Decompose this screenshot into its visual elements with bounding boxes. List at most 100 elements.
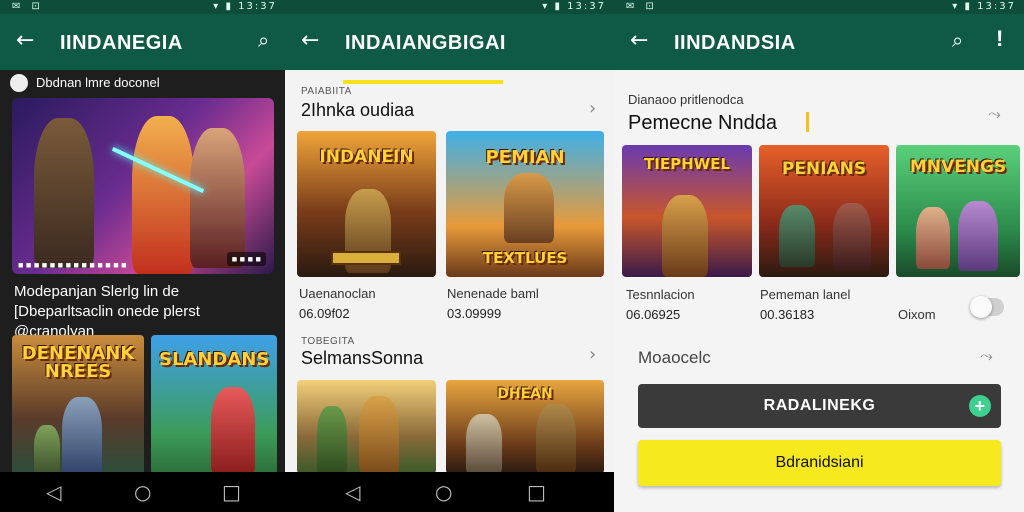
game-character <box>359 396 399 474</box>
game-name: Nenenade baml <box>447 286 539 301</box>
tab-indicator <box>343 80 503 84</box>
game-name: Oixom <box>898 307 936 322</box>
secondary-button[interactable]: Bdranidsiani <box>638 440 1001 486</box>
game-name: Tesnnlacion <box>626 287 695 302</box>
status-bar: ✉ ⊡ ▾ ▮ 13:37 <box>614 0 1024 14</box>
section-title: SelmansSonna <box>301 348 424 368</box>
primary-button[interactable]: RADALINEKG + <box>638 384 1001 428</box>
game-character <box>662 195 708 277</box>
nav-back-icon[interactable]: ◁ <box>345 480 360 504</box>
game-price: 06.09f02 <box>299 306 350 321</box>
text-cursor <box>806 112 809 132</box>
section-title: 2Ihnka oudiaa <box>301 100 415 120</box>
nav-recent-icon[interactable]: □ <box>527 480 546 504</box>
game-price: 03.09999 <box>447 306 502 321</box>
game-thumbnail[interactable]: DENENANK NREES <box>12 335 144 475</box>
plus-icon: + <box>969 395 991 417</box>
three-phone-screens: ✉ ⊡ ▾ ▮ 13:37 ← IINDANEGIA ⌕ Dbdnan lmre… <box>0 0 1024 512</box>
section-label: Moaocelc <box>638 348 711 367</box>
game-thumbnail[interactable]: INDANEIN <box>297 131 436 277</box>
app-bar: ← INDAIANGBIGAI <box>285 14 614 84</box>
app-bar: ← IINDANEGIA ⌕ <box>0 14 285 70</box>
chevron-right-icon[interactable]: › <box>589 98 596 119</box>
game-banner <box>331 251 401 265</box>
bottom-spacer <box>614 494 1024 512</box>
game-logo: SLANDANS <box>159 349 270 370</box>
game-thumbnail[interactable]: TIEPHWEL <box>622 145 752 277</box>
game-name: Uaenanoclan <box>299 286 376 301</box>
nav-recent-icon[interactable]: □ <box>222 480 241 504</box>
game-thumbnail[interactable]: PEMIAN TEXTLUES <box>446 131 604 277</box>
game-logo: PENIANS <box>781 159 867 179</box>
section-title: Pemecne Nndda <box>628 112 777 134</box>
game-thumbnail[interactable]: MNVENGS <box>896 145 1020 277</box>
game-thumbnail[interactable]: PENIANS <box>759 145 889 277</box>
more-options-icon[interactable]: ! <box>996 26 1003 52</box>
system-nav-bar: ◁ ○ □ <box>285 472 614 512</box>
toggle-switch[interactable] <box>970 296 1004 318</box>
game-logo: PEMIAN <box>485 147 565 168</box>
game-character <box>833 203 871 271</box>
status-bar: ✉ ⊡ ▾ ▮ 13:37 <box>0 0 285 14</box>
hero-banner[interactable]: ■ ■ ■ ■ ■ ■ ■ ■ ■ ■ ■ ■ ■ ■ ■ ■ ■ ■ <box>12 98 274 274</box>
game-thumbnail[interactable] <box>297 380 436 474</box>
nav-home-icon[interactable]: ○ <box>435 480 452 504</box>
status-bar: ▾ ▮ 13:37 <box>285 0 614 14</box>
section-label: PAIABIITA <box>301 86 352 97</box>
chevron-right-icon[interactable]: › <box>589 344 596 365</box>
game-logo: MNVENGS <box>909 157 1007 177</box>
back-arrow-icon[interactable]: ← <box>301 28 319 53</box>
screen-3: ✉ ⊡ ▾ ▮ 13:37 ← IINDANDSIA ⌕ ! Dianaoo p… <box>614 0 1024 512</box>
back-arrow-icon[interactable]: ← <box>16 28 34 53</box>
game-character <box>317 406 347 474</box>
search-icon[interactable]: ⌕ <box>952 28 963 52</box>
section-label: TOBEGITA <box>301 336 355 347</box>
hero-character <box>132 116 194 274</box>
game-price: 00.36183 <box>760 307 815 322</box>
game-price: 06.06925 <box>626 307 681 322</box>
notification-icons: ✉ ⊡ <box>626 1 658 12</box>
hero-character <box>190 128 245 268</box>
status-icons: ▾ ▮ 13:37 <box>542 1 606 12</box>
nav-home-icon[interactable]: ○ <box>134 480 151 504</box>
game-character <box>504 173 554 243</box>
game-thumbnail[interactable]: DHEAN <box>446 380 604 474</box>
game-character <box>466 414 502 474</box>
avatar[interactable] <box>10 74 28 92</box>
featured-header: Dbdnan lmre doconel <box>10 72 280 94</box>
game-logo: TIEPHWEL <box>644 155 730 173</box>
app-bar: ← IINDANDSIA ⌕ ! <box>614 14 1024 70</box>
app-title: IINDANDSIA <box>674 32 796 54</box>
secondary-button-label: Bdranidsiani <box>775 454 864 471</box>
notification-icons: ✉ ⊡ <box>12 1 44 12</box>
hero-description: Modepanjan Slerlg lin de [Dbeparltsaclin… <box>14 283 200 340</box>
game-name: Pememan lanel <box>760 287 851 302</box>
game-subtitle: TEXTLUES <box>482 249 568 267</box>
hero-character <box>34 118 94 268</box>
app-title: IINDANEGIA <box>60 32 183 54</box>
system-nav-bar: ◁ ○ □ <box>0 472 285 512</box>
hero-caption: ■ ■ ■ ■ ■ ■ ■ ■ ■ ■ ■ ■ ■ ■ <box>18 260 127 270</box>
game-character <box>536 404 576 474</box>
app-title: INDAIANGBIGAI <box>345 32 506 54</box>
featured-header-text: Dbdnan lmre doconel <box>36 75 160 90</box>
search-icon[interactable]: ⌕ <box>258 28 269 52</box>
back-arrow-icon[interactable]: ← <box>630 28 648 53</box>
game-character <box>779 205 815 267</box>
game-character <box>62 397 102 475</box>
expand-icon[interactable]: ⤳ <box>988 104 1001 124</box>
game-logo: DENENANK NREES <box>21 343 135 382</box>
game-character <box>211 387 255 475</box>
hero-badge: ■ ■ ■ ■ <box>226 252 266 266</box>
status-icons: ▾ ▮ 13:37 <box>952 1 1016 12</box>
game-thumbnail[interactable]: SLANDANS <box>151 335 277 475</box>
status-icons: ▾ ▮ 13:37 <box>213 1 277 12</box>
nav-back-icon[interactable]: ◁ <box>46 480 61 504</box>
screen-1: ✉ ⊡ ▾ ▮ 13:37 ← IINDANEGIA ⌕ Dbdnan lmre… <box>0 0 285 512</box>
toggle-knob <box>970 296 992 318</box>
screen-2: ▾ ▮ 13:37 ← INDAIANGBIGAI PAIABIITA 2Ihn… <box>285 0 614 512</box>
game-character <box>34 425 60 475</box>
primary-button-label: RADALINEKG <box>763 397 876 414</box>
game-character <box>916 207 950 269</box>
expand-icon[interactable]: ⤳ <box>980 346 993 366</box>
